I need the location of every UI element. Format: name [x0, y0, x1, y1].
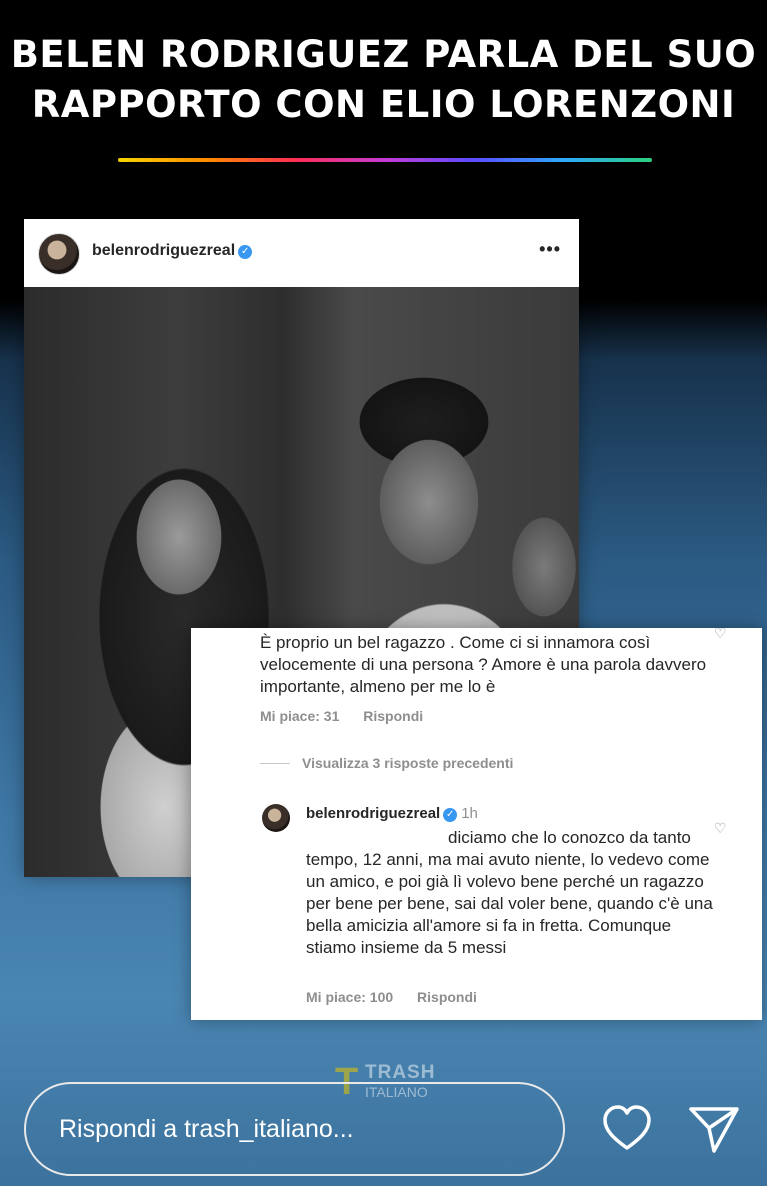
reply-like-heart-icon[interactable]: ♡ [714, 821, 728, 835]
reply-meta: Mi piace: 100 Rispondi [306, 989, 497, 1005]
comment-like-heart-icon[interactable]: ♡ [714, 628, 728, 640]
avatar[interactable] [38, 233, 80, 275]
post-header: belenrodriguezreal ✓ ••• [24, 219, 579, 287]
comment-reply-button[interactable]: Rispondi [363, 708, 423, 724]
reply-username-text[interactable]: belenrodriguezreal [306, 805, 440, 822]
rainbow-divider [118, 158, 652, 162]
reply-text: diciamo che lo conozco da tanto tempo, 1… [306, 828, 713, 957]
verified-badge-icon: ✓ [443, 808, 458, 822]
send-icon[interactable] [685, 1101, 743, 1157]
comment-text: È proprio un bel ragazzo . Come ci si in… [260, 633, 707, 696]
view-previous-replies[interactable]: Visualizza 3 risposte precedenti [260, 755, 513, 771]
verified-badge-icon: ✓ [238, 245, 253, 259]
view-replies-label[interactable]: Visualizza 3 risposte precedenti [302, 755, 513, 771]
reply-timestamp: 1h [461, 805, 478, 822]
avatar[interactable] [262, 804, 290, 832]
reply-likes[interactable]: Mi piace: 100 [306, 989, 393, 1005]
watermark-title: TRASH [365, 1062, 436, 1083]
headline-line-2: RAPPORTO CON ELIO LORENZONI [31, 83, 736, 126]
more-options-icon[interactable]: ••• [539, 239, 561, 260]
comment-likes[interactable]: Mi piace: 31 [260, 708, 339, 724]
story-headline: BELEN RODRIGUEZ PARLA DEL SUO RAPPORTO C… [0, 30, 767, 130]
story-reply-input[interactable]: Rispondi a trash_italiano... [24, 1082, 565, 1176]
reply-placeholder[interactable]: Rispondi a trash_italiano... [59, 1114, 354, 1144]
reply-reply-button[interactable]: Rispondi [417, 989, 477, 1005]
post-username[interactable]: belenrodriguezreal ✓ [92, 242, 253, 260]
replies-line [260, 763, 290, 764]
comment-meta: Mi piace: 31 Rispondi [260, 708, 443, 724]
post-username-text[interactable]: belenrodriguezreal [92, 242, 235, 259]
comments-card: È proprio un bel ragazzo . Come ci si in… [191, 628, 762, 1020]
headline-line-1: BELEN RODRIGUEZ PARLA DEL SUO [10, 33, 757, 76]
heart-icon[interactable] [599, 1101, 655, 1157]
reply-username[interactable]: belenrodriguezreal ✓ 1h [306, 805, 478, 822]
